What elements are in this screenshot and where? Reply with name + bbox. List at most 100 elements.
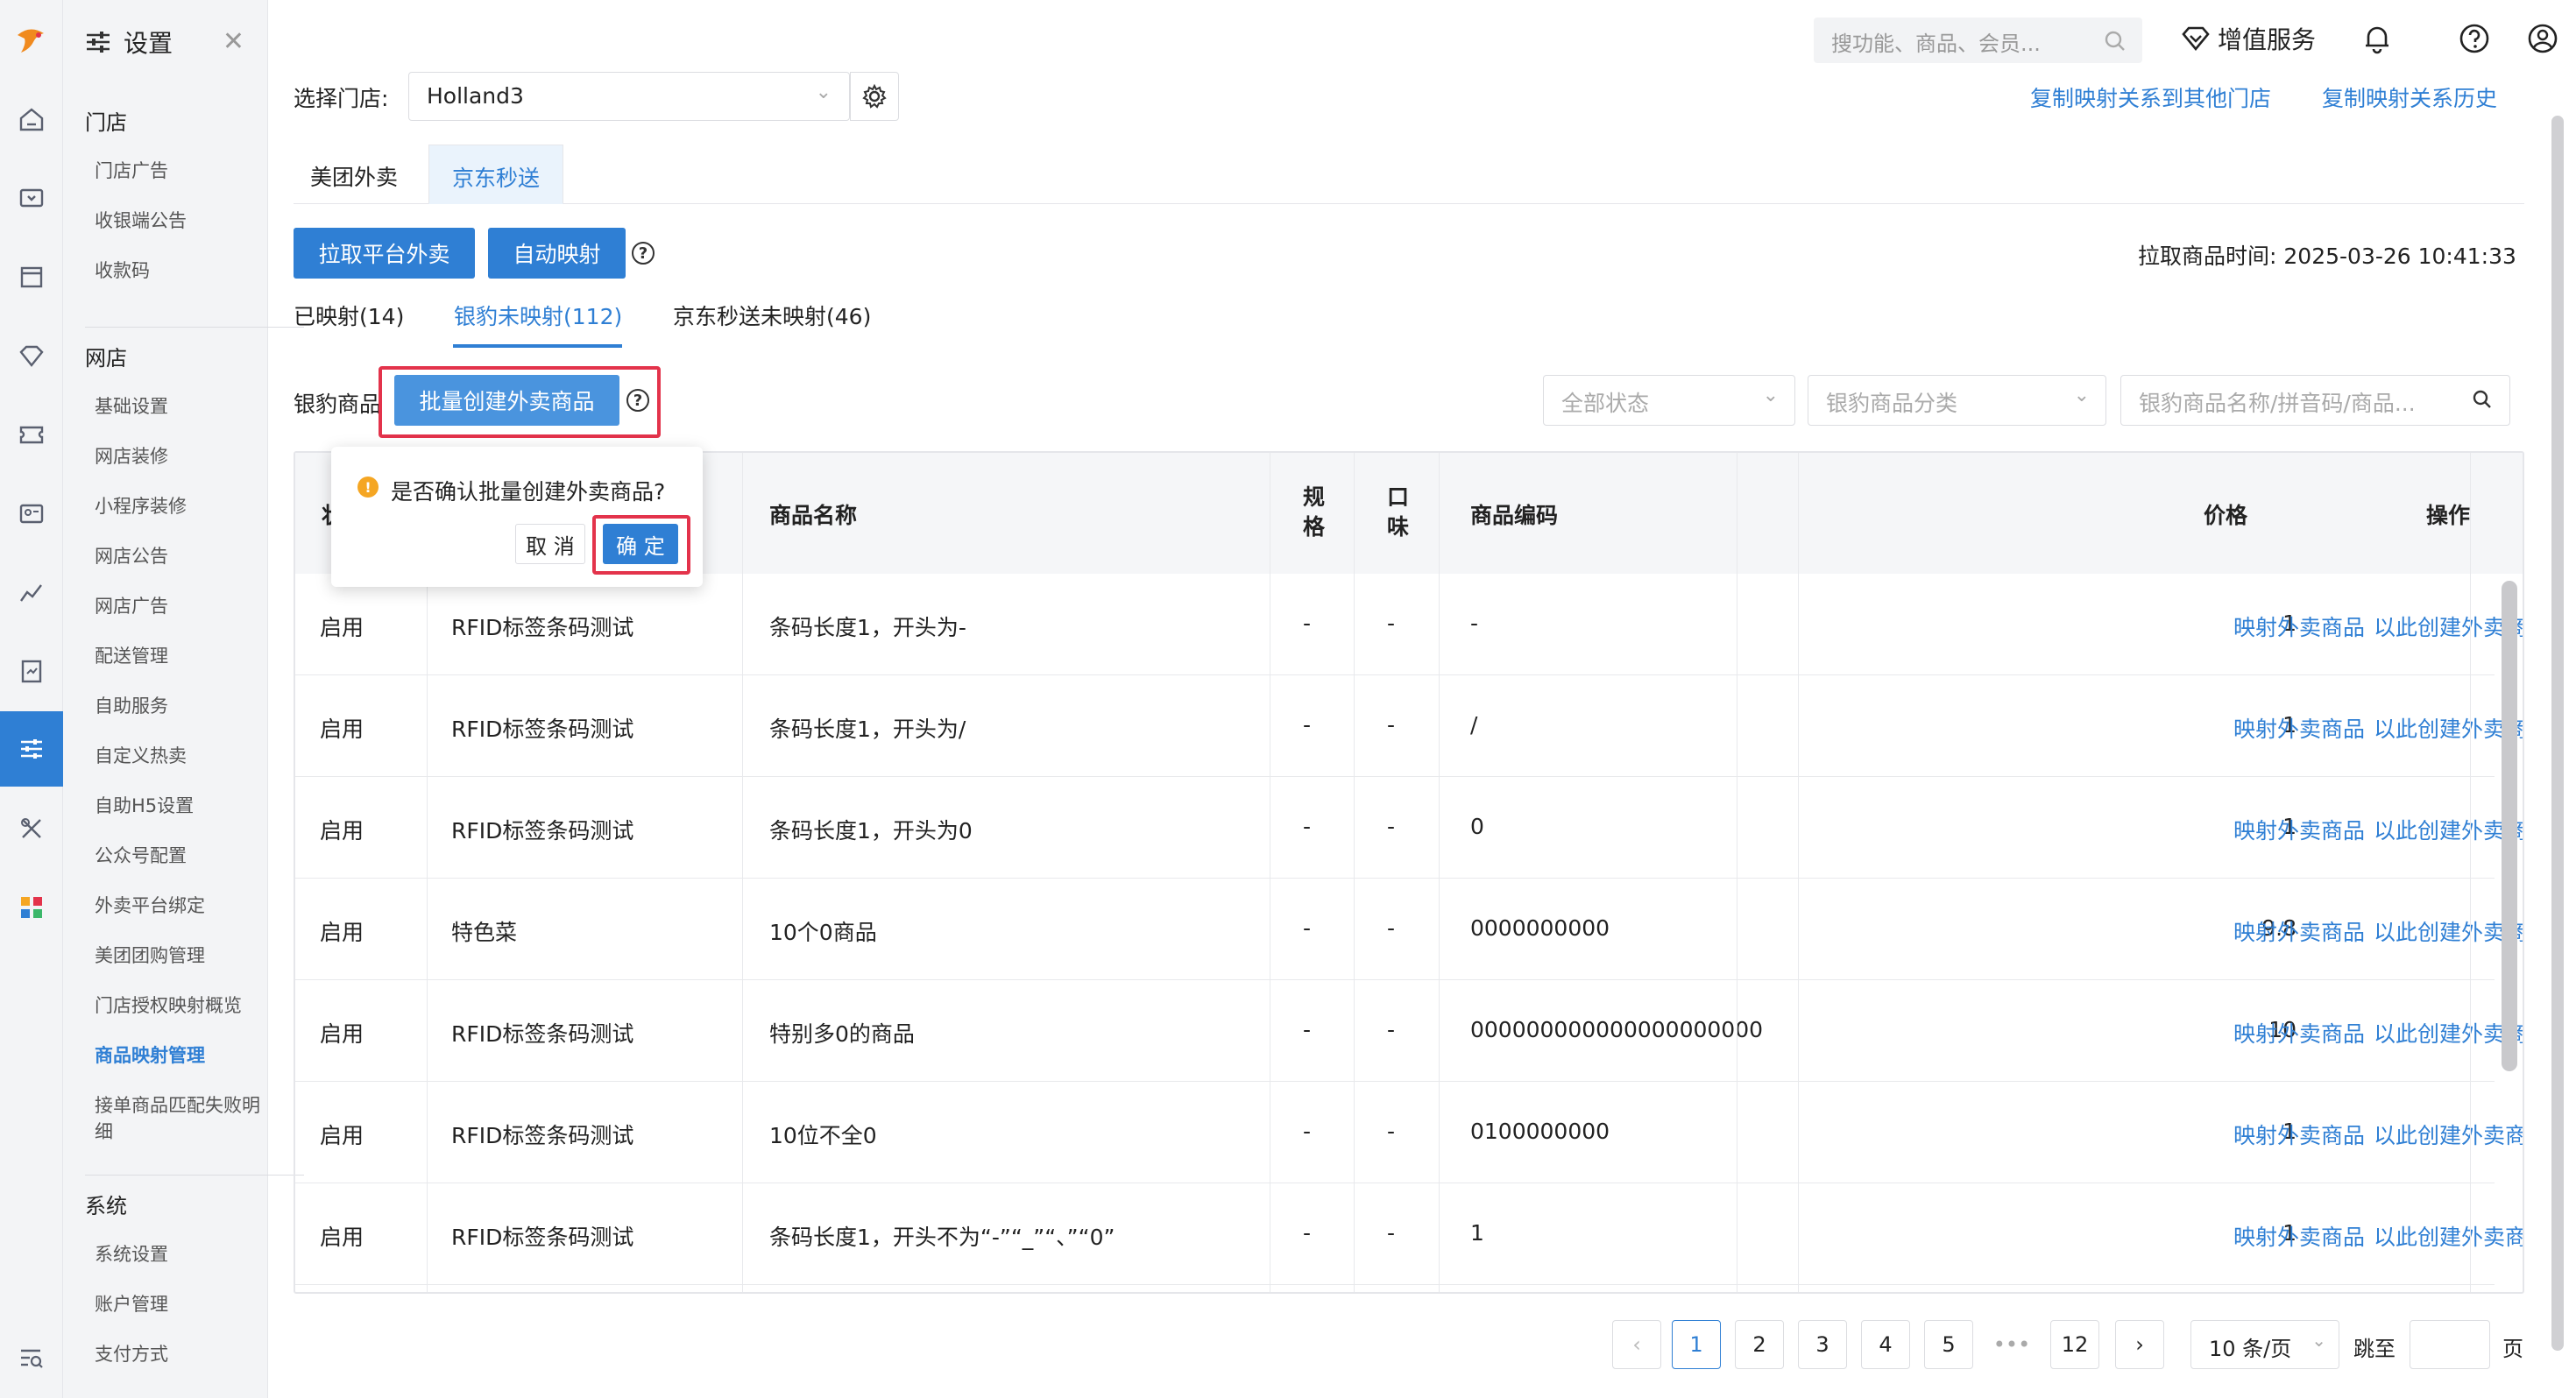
sidebar-item[interactable]: 美团团购管理: [95, 943, 261, 969]
home-icon[interactable]: [0, 84, 63, 154]
confirm-button[interactable]: 确 定: [603, 524, 678, 564]
copy-mapping-link[interactable]: 复制映射关系到其他门店: [2030, 81, 2271, 113]
jump-label: 跳至: [2353, 1337, 2396, 1361]
map-goods-link[interactable]: 映射外卖商品: [2233, 915, 2365, 947]
sidebar-item[interactable]: 自助H5设置: [95, 793, 261, 819]
cell-status: 启用: [320, 717, 364, 742]
tab-jd[interactable]: 京东秒送: [428, 145, 564, 204]
sidebar-item[interactable]: 外卖平台绑定: [95, 893, 261, 919]
sidebar-item[interactable]: 自定义热卖: [95, 743, 261, 769]
column-divider: [2470, 453, 2471, 1292]
ellipsis-pages[interactable]: •••: [1987, 1320, 2036, 1369]
search-icon: [2473, 390, 2491, 408]
create-goods-link[interactable]: 以此创建外卖商品: [2374, 1119, 2523, 1150]
next-page-button[interactable]: ›: [2115, 1320, 2164, 1369]
pull-platform-button[interactable]: 拉取平台外卖: [294, 228, 475, 279]
map-goods-link[interactable]: 映射外卖商品: [2233, 1220, 2365, 1252]
sidebar-item[interactable]: 自助服务: [95, 693, 261, 719]
page-button[interactable]: 12: [2050, 1320, 2099, 1369]
map-goods-link[interactable]: 映射外卖商品: [2233, 814, 2365, 845]
table-row: 启用 RFID标签条码测试 特别多0的商品 - - 0000000000000000000…: [295, 980, 2523, 1082]
store-select[interactable]: Holland3 ⌄: [408, 72, 850, 121]
page-button[interactable]: 1: [1672, 1320, 1721, 1369]
store-settings-gear-icon[interactable]: [850, 72, 899, 121]
sidebar-item[interactable]: 系统设置: [95, 1241, 261, 1267]
sidebar-item[interactable]: 接单商品匹配失败明细: [95, 1092, 261, 1145]
popconfirm-message: 是否确认批量创建外卖商品?: [391, 479, 666, 505]
sidebar-item[interactable]: 收银端公告: [95, 208, 261, 234]
cell-taste: -: [1387, 1119, 1396, 1144]
settings-sliders-icon[interactable]: [0, 711, 63, 787]
sidebar-item[interactable]: 公众号配置: [95, 843, 261, 869]
copy-history-link[interactable]: 复制映射关系历史: [2322, 81, 2497, 113]
box-icon[interactable]: [0, 242, 63, 312]
page-button[interactable]: 4: [1861, 1320, 1910, 1369]
header-taste: 口味: [1387, 484, 1410, 540]
close-icon[interactable]: ✕: [223, 26, 244, 57]
status-select[interactable]: 全部状态 ⌄: [1543, 375, 1795, 426]
sidebar-item[interactable]: 基础设置: [95, 393, 261, 420]
batch-create-button[interactable]: 批量创建外卖商品: [394, 375, 619, 426]
table-row: 启用 RFID标签条码测试 10位不全0- -0100000000 1 映射外卖商品 以此创…: [295, 1082, 2523, 1183]
notification-bell-icon[interactable]: [2362, 23, 2392, 54]
sidebar-item[interactable]: 网店公告: [95, 543, 261, 569]
apps-icon[interactable]: [0, 872, 63, 943]
sidebar-group-title: 网店: [85, 346, 127, 371]
value-added-service-button[interactable]: 增值服务: [2181, 21, 2316, 56]
header-spec: 规格: [1303, 484, 1326, 540]
global-search-input[interactable]: 搜功能、商品、会员...: [1814, 18, 2142, 63]
sidebar-item[interactable]: 账户管理: [95, 1291, 261, 1317]
cell-code: 0: [1470, 814, 1484, 839]
tab-mapped[interactable]: 已映射(14): [294, 300, 404, 331]
report-icon[interactable]: [0, 636, 63, 706]
sidebar-item[interactable]: 收款码: [95, 258, 261, 284]
page-button[interactable]: 2: [1735, 1320, 1784, 1369]
sidebar-item[interactable]: 门店授权映射概览: [95, 992, 261, 1019]
sidebar-item[interactable]: 门店广告: [95, 158, 261, 184]
prev-page-button[interactable]: ‹: [1612, 1320, 1661, 1369]
help-icon[interactable]: ?: [632, 242, 655, 265]
cell-name: 10个0商品: [769, 920, 877, 945]
help-icon[interactable]: ?: [626, 389, 649, 412]
create-goods-link[interactable]: 以此创建外卖商品: [2374, 1220, 2523, 1252]
sidebar-item[interactable]: 网店广告: [95, 593, 261, 619]
page-size-select[interactable]: 10 条/页 ⌄: [2190, 1320, 2339, 1369]
help-icon[interactable]: [2459, 23, 2490, 54]
goods-search-input[interactable]: 银豹商品名称/拼音码/商品...: [2120, 375, 2510, 426]
user-avatar-icon[interactable]: [2527, 23, 2558, 54]
page-button[interactable]: 5: [1924, 1320, 1973, 1369]
category-select[interactable]: 银豹商品分类 ⌄: [1808, 375, 2106, 426]
sidebar-item[interactable]: 支付方式: [95, 1341, 261, 1367]
cell-category: RFID标签条码测试: [451, 717, 634, 742]
page-scrollbar[interactable]: [2551, 116, 2564, 1351]
map-goods-link[interactable]: 映射外卖商品: [2233, 1017, 2365, 1048]
jump-page-input[interactable]: [2410, 1320, 2490, 1369]
sidebar-item[interactable]: 商品映射管理: [95, 1042, 261, 1069]
tab-yinbao-unmapped[interactable]: 银豹未映射(112): [454, 300, 622, 331]
cancel-button[interactable]: 取 消: [515, 524, 585, 564]
member-card-icon[interactable]: [0, 478, 63, 548]
sidebar-item[interactable]: 小程序装修: [95, 493, 261, 519]
logo-icon[interactable]: [0, 5, 63, 75]
cashier-icon[interactable]: [0, 163, 63, 233]
cell-category: RFID标签条码测试: [451, 615, 634, 640]
chart-icon[interactable]: [0, 557, 63, 627]
table-scrollbar[interactable]: [2502, 581, 2517, 1071]
tools-icon[interactable]: [0, 794, 63, 864]
menu-search-icon[interactable]: [0, 1323, 63, 1393]
cell-name: 特别多0的商品: [769, 1021, 915, 1047]
tab-jd-unmapped[interactable]: 京东秒送未映射(46): [673, 300, 871, 331]
ticket-icon[interactable]: [0, 399, 63, 470]
map-goods-link[interactable]: 映射外卖商品: [2233, 712, 2365, 744]
cell-status: 启用: [320, 1021, 364, 1047]
cell-code: 0100000000: [1470, 1119, 1610, 1144]
diamond-icon[interactable]: [0, 321, 63, 391]
map-goods-link[interactable]: 映射外卖商品: [2233, 1119, 2365, 1150]
tab-meituan[interactable]: 美团外卖: [287, 145, 421, 204]
sidebar-item[interactable]: 网店装修: [95, 443, 261, 470]
page-button[interactable]: 3: [1798, 1320, 1847, 1369]
map-goods-link[interactable]: 映射外卖商品: [2233, 611, 2365, 642]
auto-map-button[interactable]: 自动映射: [488, 228, 626, 279]
cell-name: 条码长度1，开头不为“-”“_”“、”“0”: [769, 1225, 1115, 1250]
sidebar-item[interactable]: 配送管理: [95, 643, 261, 669]
